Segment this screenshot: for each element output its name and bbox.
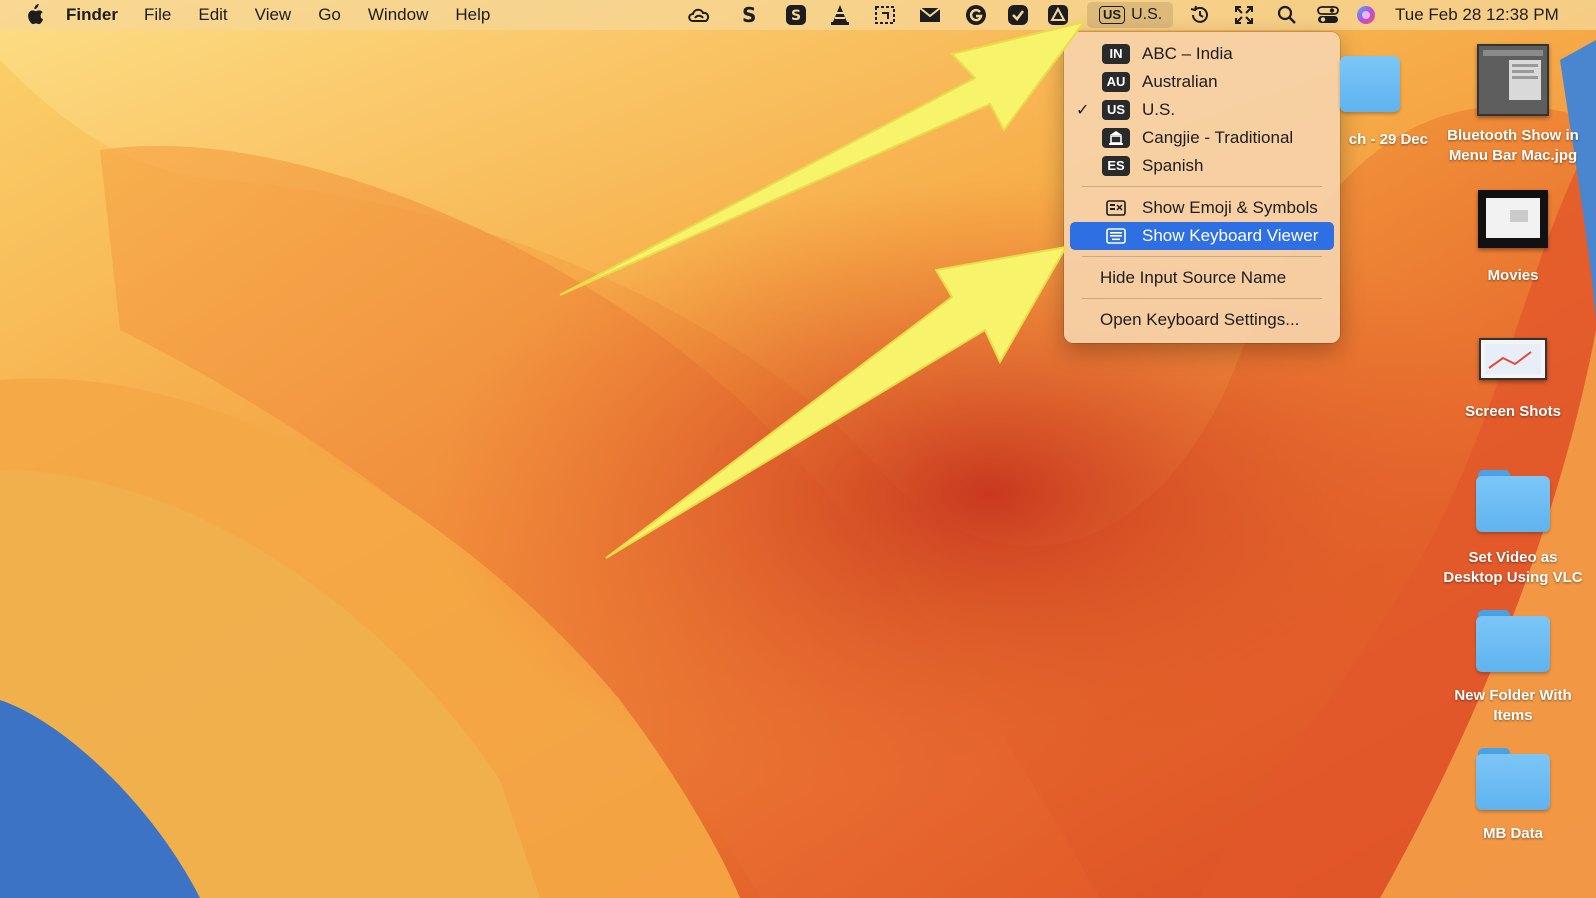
source-item-spanish[interactable]: ES Spanish bbox=[1070, 152, 1334, 180]
folder-icon bbox=[1340, 56, 1400, 112]
spotlight-search-icon[interactable] bbox=[1276, 0, 1298, 30]
movies-thumbnail-icon bbox=[1478, 190, 1548, 248]
folder-icon bbox=[1476, 748, 1550, 810]
menu-help[interactable]: Help bbox=[455, 5, 490, 25]
menu-view[interactable]: View bbox=[255, 5, 292, 25]
desktop-item-label: MB Data bbox=[1482, 825, 1543, 842]
apple-logo-icon[interactable] bbox=[24, 4, 44, 26]
hide-input-source-label: Hide Input Source Name bbox=[1100, 268, 1287, 287]
checkmark-icon: ✓ bbox=[1076, 102, 1090, 119]
source-badge: AU bbox=[1102, 72, 1130, 92]
source-label: Spanish bbox=[1142, 156, 1204, 175]
source-item-australian[interactable]: AU Australian bbox=[1070, 68, 1334, 96]
desktop-item-mb-data[interactable]: MB Data bbox=[1438, 748, 1588, 844]
input-source-dropdown: IN ABC – India AU Australian ✓ US U.S. C… bbox=[1064, 32, 1340, 343]
screenshots-thumbnail-icon bbox=[1479, 338, 1547, 380]
show-keyboard-viewer-item[interactable]: Show Keyboard Viewer bbox=[1070, 222, 1334, 250]
menu-edit[interactable]: Edit bbox=[198, 5, 227, 25]
checkmark-app-icon[interactable] bbox=[1006, 0, 1030, 30]
open-keyboard-settings-item[interactable]: Open Keyboard Settings... bbox=[1070, 306, 1334, 334]
show-emoji-symbols-item[interactable]: Show Emoji & Symbols bbox=[1070, 194, 1334, 222]
creative-cloud-icon[interactable] bbox=[686, 0, 712, 30]
keyboard-icon bbox=[1106, 228, 1126, 249]
desktop-item-label: Bluetooth Show in Menu Bar Mac.jpg bbox=[1447, 127, 1579, 164]
s-app-icon[interactable]: S bbox=[784, 0, 808, 30]
menu-separator bbox=[1082, 298, 1322, 299]
source-label: Cangjie - Traditional bbox=[1142, 128, 1294, 147]
menu-separator bbox=[1082, 186, 1322, 187]
grammarly-icon[interactable] bbox=[964, 0, 988, 30]
source-item-abc-india[interactable]: IN ABC – India bbox=[1070, 40, 1334, 68]
desktop-item-label: ch - 29 Dec bbox=[1348, 131, 1428, 148]
menu-bar: Finder File Edit View Go Window Help S S… bbox=[0, 0, 1596, 30]
menu-app-finder[interactable]: Finder bbox=[66, 5, 118, 25]
hide-input-source-name-item[interactable]: Hide Input Source Name bbox=[1070, 264, 1334, 292]
control-center-icon[interactable] bbox=[1316, 0, 1340, 30]
menu-bar-clock[interactable]: Tue Feb 28 12:38 PM bbox=[1395, 0, 1559, 30]
scrivener-icon[interactable]: S bbox=[738, 0, 760, 30]
desktop-item-set-video-folder[interactable]: Set Video as Desktop Using VLC bbox=[1438, 470, 1588, 588]
show-keyboard-viewer-label: Show Keyboard Viewer bbox=[1142, 226, 1319, 245]
folder-icon bbox=[1476, 470, 1550, 532]
input-source-menu[interactable]: US U.S. bbox=[1087, 2, 1173, 28]
input-source-name: U.S. bbox=[1131, 6, 1163, 23]
source-badge: US bbox=[1102, 100, 1130, 120]
screenshot-selection-icon[interactable] bbox=[872, 0, 898, 30]
desktop-item-new-folder-with-items[interactable]: New Folder With Items bbox=[1438, 610, 1588, 726]
svg-text:S: S bbox=[791, 8, 801, 24]
svg-text:S: S bbox=[742, 4, 756, 26]
open-keyboard-settings-label: Open Keyboard Settings... bbox=[1100, 310, 1300, 329]
time-machine-icon[interactable] bbox=[1188, 0, 1212, 30]
desktop-item-bluetooth-jpg[interactable]: Bluetooth Show in Menu Bar Mac.jpg bbox=[1438, 44, 1588, 166]
fullscreen-icon[interactable] bbox=[1232, 0, 1256, 30]
source-label: ABC – India bbox=[1142, 44, 1233, 63]
desktop-item-label: Screen Shots bbox=[1465, 403, 1561, 420]
source-item-cangjie[interactable]: Cangjie - Traditional bbox=[1070, 124, 1334, 152]
desktop-item-label: Set Video as Desktop Using VLC bbox=[1443, 549, 1583, 586]
show-emoji-label: Show Emoji & Symbols bbox=[1142, 198, 1318, 217]
folder-icon bbox=[1476, 610, 1550, 672]
desktop-item-label: Movies bbox=[1487, 267, 1539, 284]
cangjie-icon bbox=[1102, 128, 1130, 148]
desktop-item-screen-shots[interactable]: Screen Shots bbox=[1438, 338, 1588, 422]
menu-window[interactable]: Window bbox=[368, 5, 428, 25]
inbox-icon[interactable] bbox=[918, 0, 942, 30]
source-badge: ES bbox=[1102, 156, 1130, 176]
emoji-symbols-icon bbox=[1106, 200, 1126, 221]
menu-separator bbox=[1082, 256, 1322, 257]
desktop-item-movies[interactable]: Movies bbox=[1438, 190, 1588, 286]
alert-app-icon[interactable] bbox=[1046, 0, 1070, 30]
source-item-us[interactable]: ✓ US U.S. bbox=[1070, 96, 1334, 124]
menu-file[interactable]: File bbox=[144, 5, 171, 25]
desktop-item-label: New Folder With Items bbox=[1454, 687, 1572, 724]
menu-go[interactable]: Go bbox=[318, 5, 341, 25]
siri-icon[interactable] bbox=[1354, 0, 1378, 30]
source-label: Australian bbox=[1142, 72, 1218, 91]
source-label: U.S. bbox=[1142, 100, 1176, 119]
input-source-badge: US bbox=[1099, 6, 1126, 24]
vlc-icon[interactable] bbox=[828, 0, 852, 30]
source-badge: IN bbox=[1102, 44, 1130, 64]
image-thumbnail-icon bbox=[1477, 44, 1549, 116]
